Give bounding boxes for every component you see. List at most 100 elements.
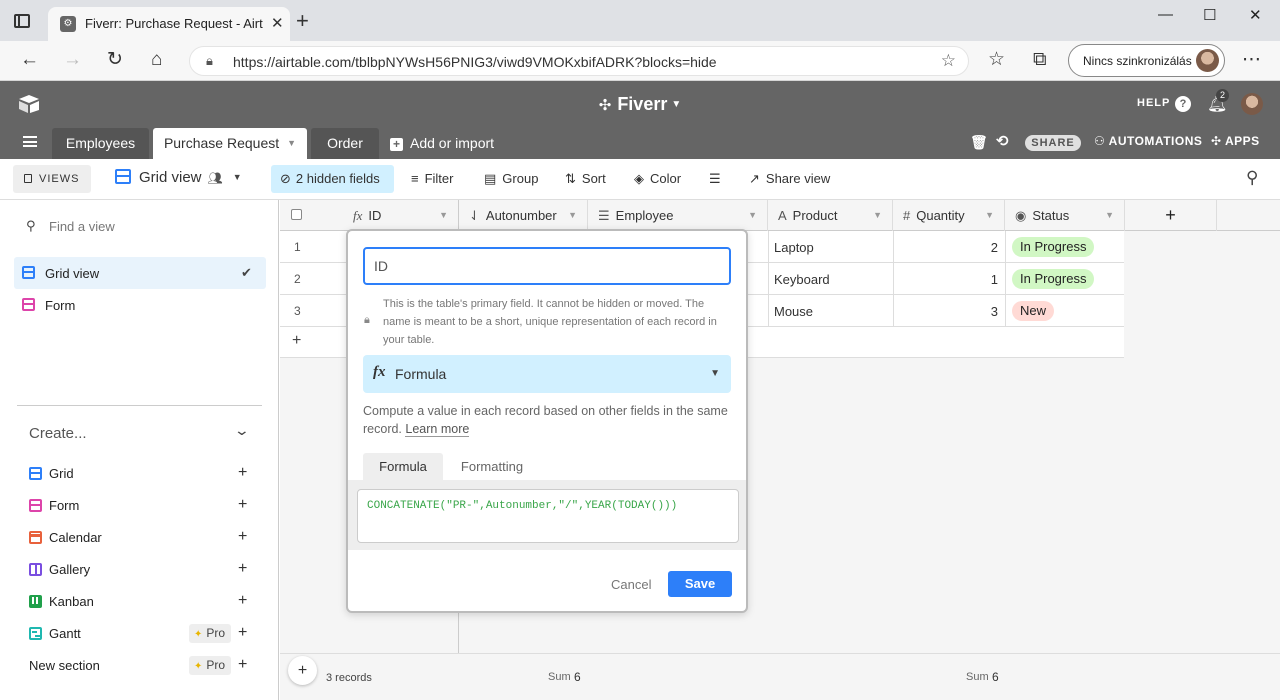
sidebar-item-label[interactable]: Grid view	[45, 266, 99, 281]
hidden-fields-label: 2 hidden fields	[295, 171, 380, 186]
chevron-down-icon[interactable]: ▼	[439, 200, 448, 231]
group-button[interactable]: ▤ Group	[484, 171, 538, 187]
learn-more-link[interactable]: Learn more	[405, 422, 470, 437]
chevron-down-icon[interactable]: ▼	[873, 200, 882, 231]
help-label[interactable]: HELP	[1137, 97, 1170, 109]
search-icon[interactable]: ⚲	[1246, 168, 1258, 188]
create-grid-item[interactable]: Grid	[49, 466, 74, 481]
browser-tab[interactable]: ⚙ Fiverr: Purchase Request - Airtable ✕	[48, 7, 290, 41]
cell-product[interactable]: Mouse	[774, 304, 813, 319]
status-badge[interactable]: In Progress	[1012, 269, 1095, 289]
forward-icon[interactable]: →	[63, 49, 82, 71]
new-tab-button[interactable]: +	[296, 10, 309, 32]
sort-button[interactable]: ⇅ Sort	[565, 171, 606, 187]
close-window-icon[interactable]: ✕	[1249, 6, 1262, 24]
views-toggle-button[interactable]: VIEWS	[13, 165, 91, 193]
base-name-menu[interactable]: ✣ Fiverr ▼	[0, 94, 1280, 115]
user-avatar[interactable]	[1241, 93, 1263, 115]
plus-icon[interactable]: +	[238, 592, 247, 610]
cancel-button[interactable]: Cancel	[611, 577, 651, 592]
status-badge[interactable]: In Progress	[1012, 237, 1095, 257]
reload-icon[interactable]: ↻	[107, 49, 123, 71]
url-text[interactable]: https://airtable.com/tblbpNYWsH56PNIG3/v…	[233, 54, 717, 70]
cell-product[interactable]: Laptop	[774, 240, 814, 255]
column-header-autonumber[interactable]: ⇃ Autonumber ▼	[459, 200, 588, 231]
hidden-fields-button[interactable]: ⊘ 2 hidden fields	[271, 165, 394, 193]
add-or-import-button[interactable]: + Add or import	[390, 135, 494, 151]
chevron-down-icon[interactable]: ▼	[568, 200, 577, 231]
cell-quantity[interactable]: 3	[894, 304, 998, 319]
collections-icon[interactable]: ⧉	[1033, 49, 1047, 71]
plus-icon[interactable]: +	[238, 496, 247, 514]
cell-quantity[interactable]: 2	[894, 240, 998, 255]
column-header-status[interactable]: ◉ Status ▼	[1005, 200, 1125, 231]
sum-label[interactable]: Sum	[548, 671, 571, 683]
plus-icon[interactable]: +	[238, 624, 247, 642]
formula-editor[interactable]: CONCATENATE("PR-",Autonumber,"/",YEAR(TO…	[357, 489, 739, 543]
tab-actions-icon[interactable]	[14, 14, 30, 28]
create-kanban-item[interactable]: Kanban	[49, 594, 94, 609]
plus-icon[interactable]: +	[238, 528, 247, 546]
apps-button[interactable]: ✣ APPS	[1211, 134, 1260, 148]
maximize-icon[interactable]: ☐	[1203, 6, 1216, 24]
create-form-item[interactable]: Form	[49, 498, 79, 513]
table-tab-purchase-request[interactable]: Purchase Request ▼	[153, 128, 307, 159]
column-header-quantity[interactable]: # Quantity ▼	[893, 200, 1005, 231]
sum-label[interactable]: Sum	[966, 671, 989, 683]
field-name-input[interactable]	[363, 247, 731, 285]
more-icon[interactable]: ⋯	[1242, 49, 1261, 71]
add-favorite-icon[interactable]: ☆	[941, 51, 956, 71]
create-section-label[interactable]: Create...	[29, 425, 87, 442]
profile-sync-button[interactable]: Nincs szinkronizálás	[1068, 44, 1225, 77]
filter-button[interactable]: ≡ Filter	[411, 171, 453, 186]
help-icon[interactable]: ?	[1175, 96, 1191, 112]
column-header-product[interactable]: A Product ▼	[768, 200, 893, 231]
plus-icon[interactable]: +	[238, 656, 247, 674]
table-tab-order[interactable]: Order	[311, 128, 379, 159]
table-tab-employees[interactable]: Employees	[52, 128, 149, 159]
chevron-down-icon[interactable]: ⌄	[234, 422, 250, 439]
pro-badge: ✦ Pro	[189, 656, 231, 675]
create-calendar-item[interactable]: Calendar	[49, 530, 102, 545]
create-gallery-item[interactable]: Gallery	[49, 562, 90, 577]
browser-tab-bar: ⚙ Fiverr: Purchase Request - Airtable ✕ …	[0, 0, 1280, 41]
lock-icon[interactable]: 🔒︎	[206, 53, 213, 69]
cell-quantity[interactable]: 1	[894, 272, 998, 287]
home-icon[interactable]: ⌂	[151, 49, 162, 71]
view-name-menu[interactable]: Grid view 👥︎ ▼	[115, 169, 242, 186]
chevron-down-icon[interactable]: ▼	[748, 200, 757, 231]
cell-product[interactable]: Keyboard	[774, 272, 830, 287]
chevron-down-icon[interactable]: ▼	[1105, 200, 1114, 231]
history-icon[interactable]: ⟲	[996, 132, 1009, 150]
add-record-button[interactable]: +	[288, 656, 317, 685]
trash-icon[interactable]: 🗑︎	[970, 134, 988, 151]
find-view-input[interactable]: ⚲ Find a view	[26, 218, 115, 234]
tab-formula[interactable]: Formula	[363, 453, 443, 480]
plus-icon[interactable]: +	[238, 464, 247, 482]
chevron-down-icon[interactable]: ▼	[985, 200, 994, 231]
create-gantt-item[interactable]: Gantt	[49, 626, 81, 641]
add-field-button[interactable]: +	[1125, 200, 1217, 231]
share-view-button[interactable]: ↗ Share view	[749, 171, 830, 187]
color-button[interactable]: ◈ Color	[634, 171, 681, 187]
column-header-employee[interactable]: ☰ Employee ▼	[588, 200, 768, 231]
tab-formatting[interactable]: Formatting	[452, 453, 532, 480]
plus-icon[interactable]: +	[238, 560, 247, 578]
row-height-icon[interactable]: ☰	[709, 171, 721, 187]
url-field[interactable]: 🔒︎ https://airtable.com/tblbpNYWsH56PNIG…	[189, 46, 969, 76]
close-tab-icon[interactable]: ✕	[271, 14, 284, 32]
save-button[interactable]: Save	[668, 571, 732, 597]
chevron-down-icon[interactable]: ▼	[287, 138, 296, 148]
plus-icon: +	[292, 332, 302, 349]
hamburger-menu-icon[interactable]	[23, 136, 37, 147]
favorites-icon[interactable]: ☆	[988, 49, 1005, 71]
create-new-section-item[interactable]: New section	[29, 658, 100, 673]
column-header-id[interactable]: fx ID ▼	[280, 200, 459, 231]
automations-button[interactable]: ⚇ AUTOMATIONS	[1094, 134, 1202, 148]
sidebar-item-form[interactable]: Form	[45, 298, 75, 313]
minimize-icon[interactable]: —	[1158, 6, 1173, 23]
back-icon[interactable]: ←	[20, 49, 39, 71]
status-badge[interactable]: New	[1012, 301, 1055, 321]
share-button[interactable]: SHARE	[1025, 135, 1081, 151]
field-type-select[interactable]: fx Formula ▼	[363, 355, 731, 393]
